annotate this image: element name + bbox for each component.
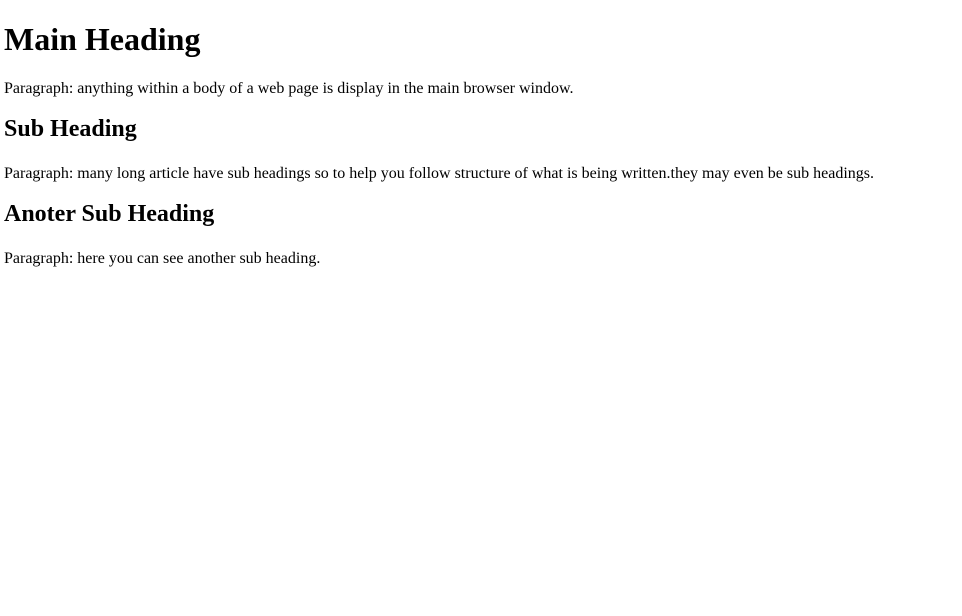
paragraph-sub-headings: Paragraph: many long article have sub he… [4, 165, 875, 182]
paragraph-intro: Paragraph: anything within a body of a w… [4, 80, 574, 97]
main-heading: Main Heading [4, 21, 201, 57]
sub-heading-second: Anoter Sub Heading [4, 201, 215, 227]
page-content: Main Heading Paragraph: anything within … [0, 21, 962, 616]
sub-heading-first: Sub Heading [4, 116, 137, 142]
paragraph-another-sub-heading: Paragraph: here you can see another sub … [4, 250, 321, 267]
